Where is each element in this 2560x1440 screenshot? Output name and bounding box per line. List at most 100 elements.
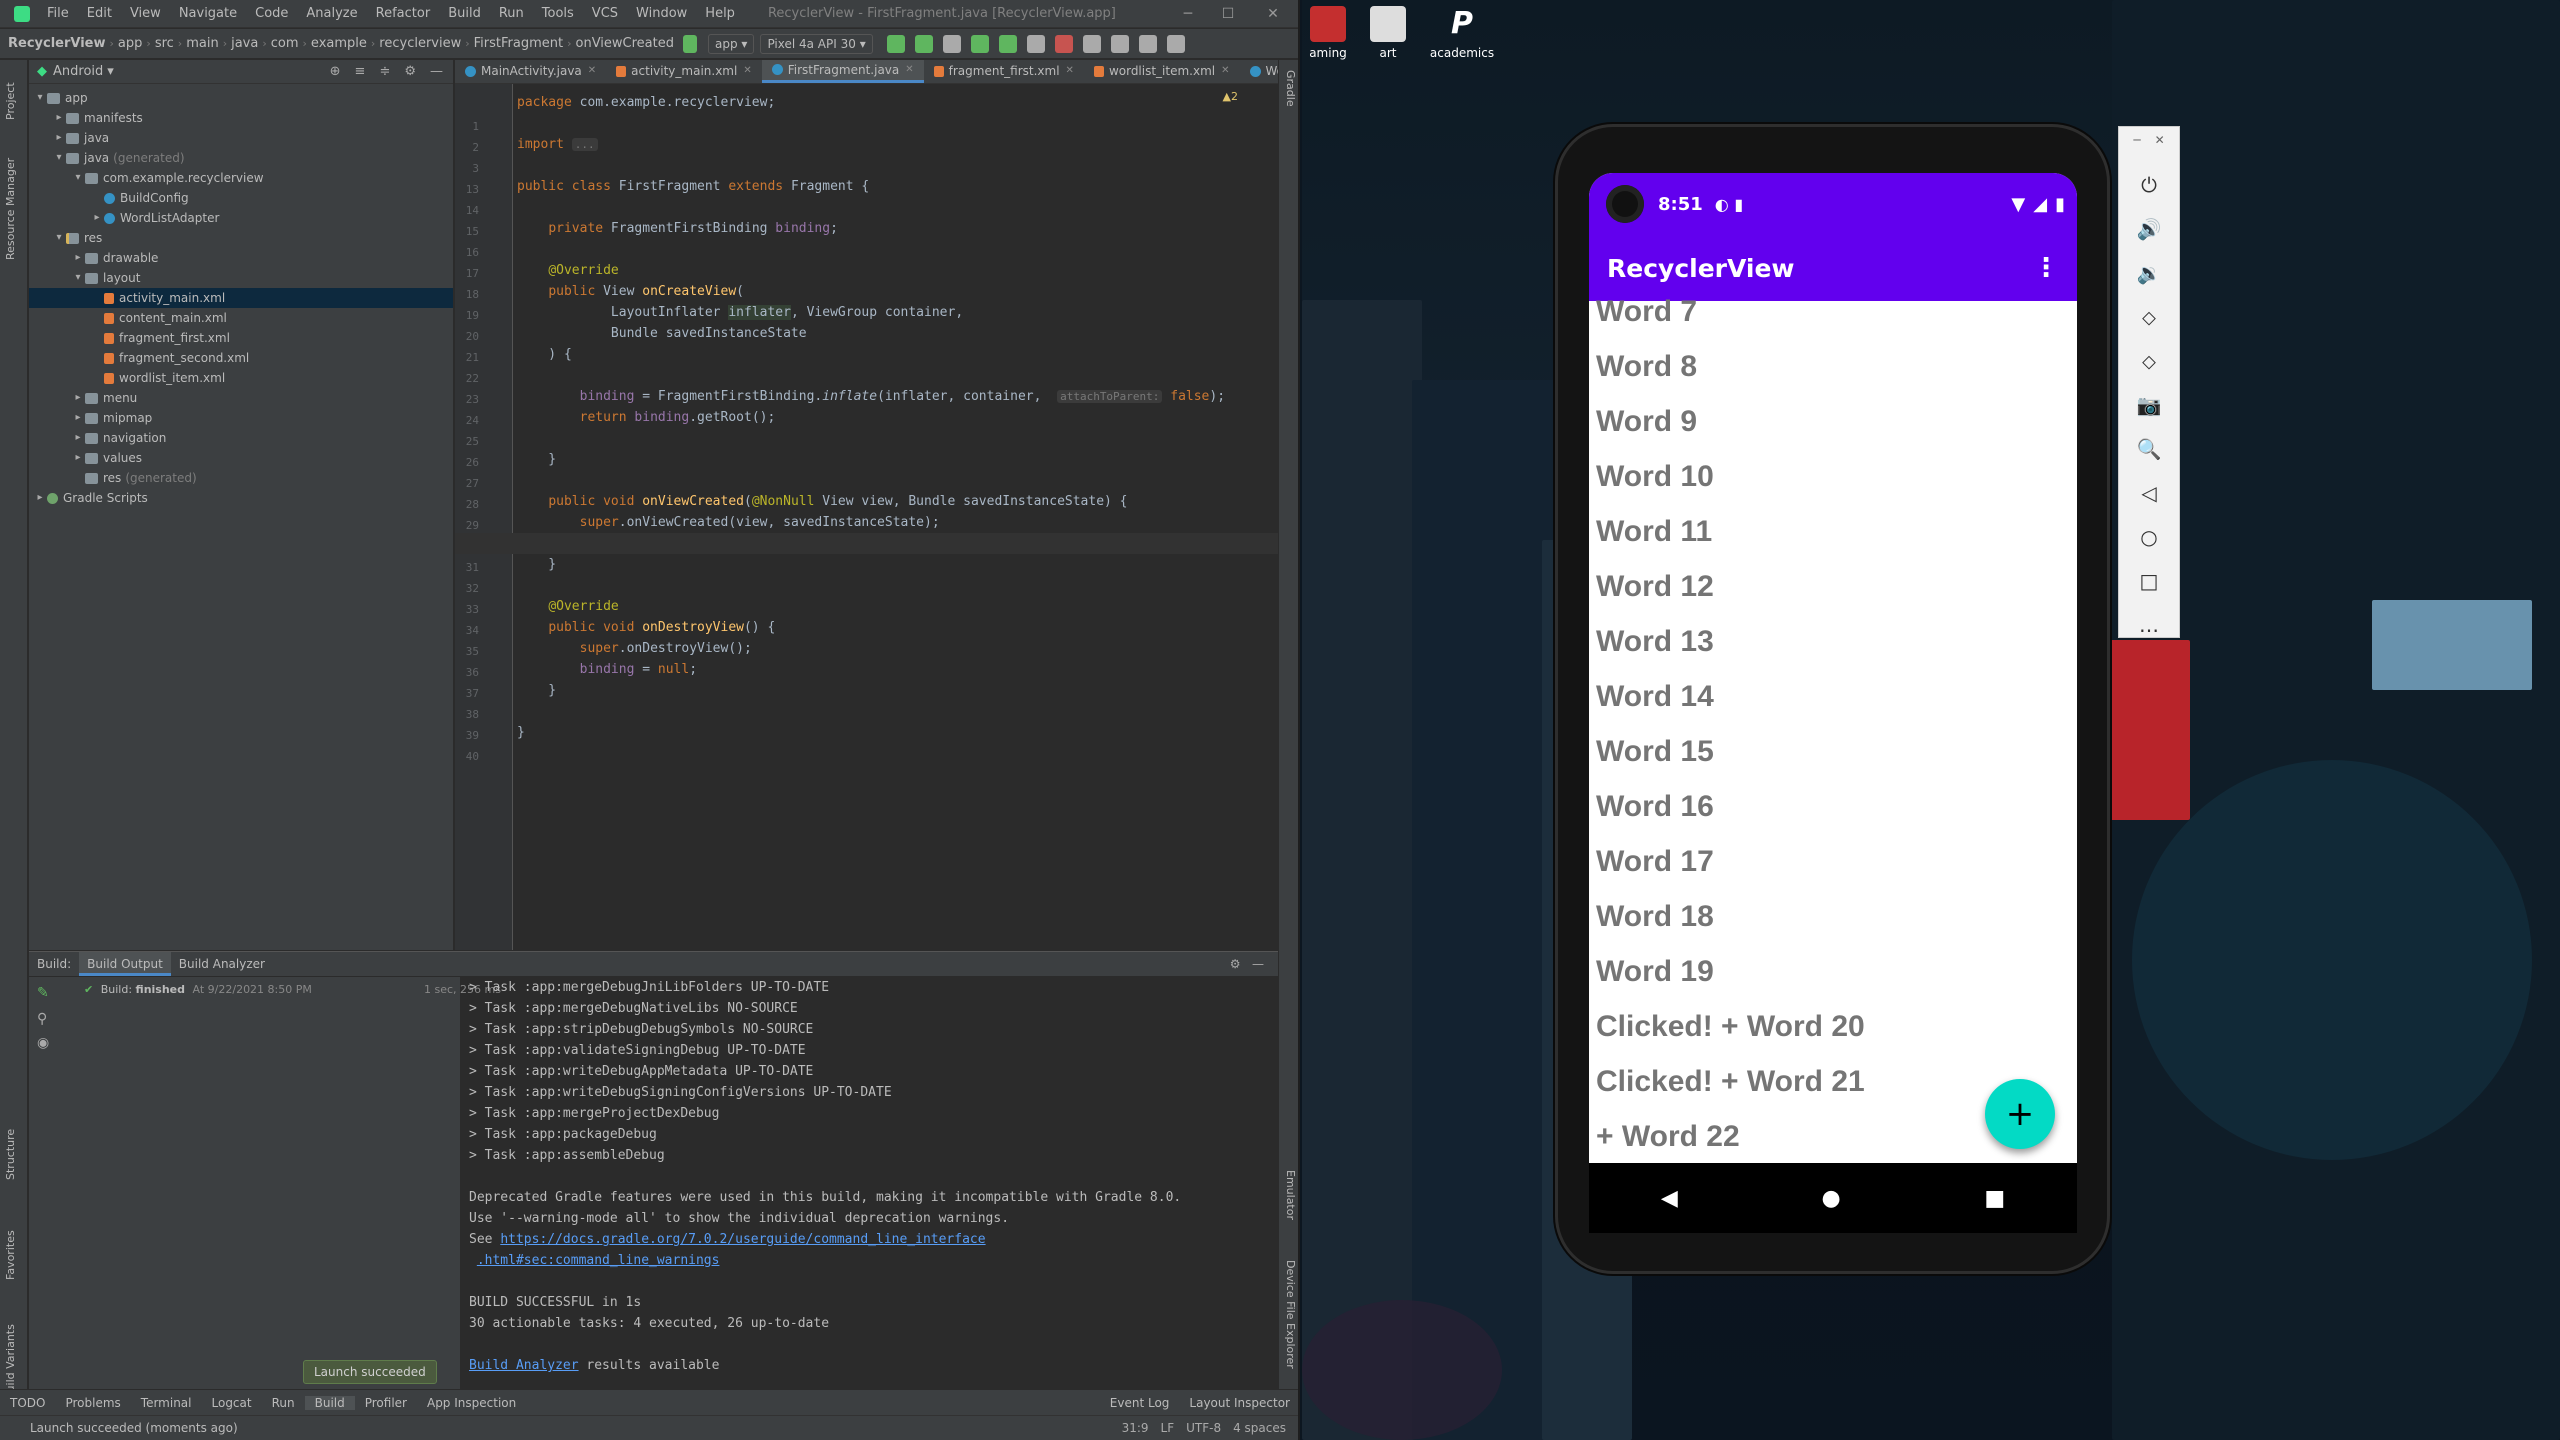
status-message[interactable]: Launch succeeded (moments ago) xyxy=(0,1421,238,1435)
breadcrumb-item[interactable]: RecyclerView xyxy=(4,36,110,51)
camera-icon[interactable]: 📷 xyxy=(2137,383,2162,427)
warnings-indicator[interactable]: ▲2 xyxy=(1223,90,1238,103)
build-analyzer-link[interactable]: Build Analyzer xyxy=(469,1358,579,1373)
tool-tab-profiler[interactable]: Profiler xyxy=(355,1396,417,1410)
project-tool-tab[interactable]: Project xyxy=(4,82,17,120)
back-icon[interactable]: ◁ xyxy=(2141,471,2156,515)
menu-build[interactable]: Build xyxy=(439,6,490,21)
tree-item[interactable]: ▸ drawable xyxy=(29,248,453,268)
list-item[interactable]: Word 11 xyxy=(1596,515,1712,549)
editor-tab[interactable]: MainActivity.java ✕ xyxy=(455,60,606,83)
resource-manager-tool-tab[interactable]: Resource Manager xyxy=(4,158,17,260)
emulator-close-icon[interactable]: ✕ xyxy=(2155,133,2165,147)
editor-tab[interactable]: wordlist_item.xml ✕ xyxy=(1084,60,1240,83)
tree-item[interactable]: fragment_first.xml xyxy=(29,328,453,348)
emulator-minimize-icon[interactable]: ─ xyxy=(2133,133,2140,147)
recycler-view[interactable]: Word 7 Word 8 Word 9 Word 10 Word 11 Word 12 W… xyxy=(1589,295,2077,1163)
tree-item[interactable]: ▾ app xyxy=(29,88,453,108)
avd-manager-icon[interactable] xyxy=(1082,34,1101,53)
collapse-all-icon[interactable]: ≑ xyxy=(379,64,390,79)
rotate-right-icon[interactable]: ⬦ xyxy=(2142,339,2156,383)
eye-icon[interactable]: ◉ xyxy=(37,1035,49,1051)
menu-help[interactable]: Help xyxy=(696,6,744,21)
status-indicator[interactable]: 31:9 xyxy=(1122,1421,1149,1435)
sdk-manager-icon[interactable] xyxy=(1110,34,1129,53)
tree-item[interactable]: ▸ mipmap xyxy=(29,408,453,428)
code-line[interactable]: private FragmentFirstBinding binding; xyxy=(517,218,838,239)
chevron-right-icon[interactable]: ▸ xyxy=(71,428,85,448)
hide-icon[interactable]: — xyxy=(430,64,443,79)
rotate-left-icon[interactable]: ⬦ xyxy=(2142,295,2156,339)
breadcrumb-item[interactable]: main xyxy=(182,36,222,51)
structure-tool-tab[interactable]: Structure xyxy=(4,1129,17,1180)
locate-icon[interactable]: ⊕ xyxy=(330,64,341,79)
tree-item[interactable]: ▾ layout xyxy=(29,268,453,288)
tree-item[interactable]: ▸ WordListAdapter xyxy=(29,208,453,228)
list-item[interactable]: Word 15 xyxy=(1596,735,1714,769)
tree-item[interactable]: ▾ java (generated) xyxy=(29,148,453,168)
gear-icon[interactable]: ⚙ — xyxy=(1230,957,1278,971)
close-tab-icon[interactable]: ✕ xyxy=(905,60,913,82)
breadcrumb-item[interactable]: recyclerview xyxy=(375,36,465,51)
status-indicator[interactable]: UTF-8 xyxy=(1186,1421,1221,1435)
zoom-icon[interactable]: 🔍 xyxy=(2137,427,2162,471)
tree-item[interactable]: ▾ res xyxy=(29,228,453,248)
profile-icon[interactable] xyxy=(998,34,1017,53)
tree-item[interactable]: ▾ com.example.recyclerview xyxy=(29,168,453,188)
chevron-down-icon[interactable]: ▾ xyxy=(33,88,47,108)
expand-all-icon[interactable]: ≡ xyxy=(355,64,366,79)
volume-up-icon[interactable]: 🔊 xyxy=(2137,207,2162,251)
menu-edit[interactable]: Edit xyxy=(78,6,121,21)
overflow-menu-icon[interactable]: ⋮ xyxy=(2033,253,2059,283)
build-analyzer-tab[interactable]: Build Analyzer xyxy=(171,952,273,976)
code-line[interactable]: } xyxy=(517,449,556,470)
breadcrumb-item[interactable]: src xyxy=(151,36,178,51)
code-line[interactable]: @Override xyxy=(517,596,618,617)
tool-tab-logcat[interactable]: Logcat xyxy=(202,1396,262,1410)
apply-changes-icon[interactable] xyxy=(914,34,933,53)
tool-tab-terminal[interactable]: Terminal xyxy=(131,1396,202,1410)
build-status-row[interactable]: ✔ Build: finished At 9/22/2021 8:50 PM 1… xyxy=(84,983,501,996)
close-tab-icon[interactable]: ✕ xyxy=(1066,60,1074,83)
tool-tab-build[interactable]: Build xyxy=(304,1395,355,1410)
recents-nav-icon[interactable]: ■ xyxy=(1984,1186,2005,1211)
emulator-tool-tab[interactable]: Emulator xyxy=(1284,1170,1297,1220)
menu-analyze[interactable]: Analyze xyxy=(297,6,366,21)
menu-refactor[interactable]: Refactor xyxy=(367,6,440,21)
menu-window[interactable]: Window xyxy=(627,6,696,21)
menu-code[interactable]: Code xyxy=(246,6,297,21)
favorites-tool-tab[interactable]: Favorites xyxy=(4,1230,17,1280)
device-select[interactable]: Pixel 4a API 30 ▾ xyxy=(760,33,873,54)
project-view-select[interactable]: Android xyxy=(53,64,103,79)
list-item[interactable]: Word 14 xyxy=(1596,680,1714,714)
run-icon[interactable] xyxy=(886,34,905,53)
code-line[interactable]: Bundle savedInstanceState xyxy=(517,323,807,344)
tree-item[interactable]: ▸ values xyxy=(29,448,453,468)
search-everywhere-icon[interactable] xyxy=(1166,34,1185,53)
code-line[interactable]: package com.example.recyclerview; xyxy=(517,92,775,113)
list-item[interactable]: Clicked! + Word 20 xyxy=(1596,1010,1865,1044)
list-item[interactable]: Word 7 xyxy=(1596,295,1697,329)
close-tab-icon[interactable]: ✕ xyxy=(588,60,596,83)
menu-view[interactable]: View xyxy=(121,6,170,21)
code-line[interactable]: public void onDestroyView() { xyxy=(517,617,775,638)
breadcrumb-item[interactable]: com xyxy=(267,36,303,51)
chevron-right-icon[interactable]: ▸ xyxy=(52,108,66,128)
device-file-explorer-tool-tab[interactable]: Device File Explorer xyxy=(1284,1260,1297,1369)
list-item[interactable]: Word 19 xyxy=(1596,955,1714,989)
list-item[interactable]: Word 18 xyxy=(1596,900,1714,934)
pin-icon[interactable]: ⚲ xyxy=(37,1011,47,1027)
more-icon[interactable]: … xyxy=(2139,603,2159,647)
chevron-down-icon[interactable]: ▾ xyxy=(52,148,66,168)
add-fab[interactable]: + xyxy=(1985,1079,2055,1149)
menu-navigate[interactable]: Navigate xyxy=(170,6,246,21)
back-nav-icon[interactable]: ◀ xyxy=(1661,1186,1678,1211)
menu-tools[interactable]: Tools xyxy=(533,6,583,21)
code-line[interactable]: public void onViewCreated(@NonNull View … xyxy=(517,491,1127,512)
close-tab-icon[interactable]: ✕ xyxy=(1221,60,1229,83)
code-line[interactable]: } xyxy=(517,554,556,575)
chevron-right-icon[interactable]: ▸ xyxy=(71,448,85,468)
list-item[interactable]: Word 16 xyxy=(1596,790,1714,824)
list-item[interactable]: Word 13 xyxy=(1596,625,1714,659)
list-item[interactable]: Clicked! + Word 21 xyxy=(1596,1065,1865,1099)
